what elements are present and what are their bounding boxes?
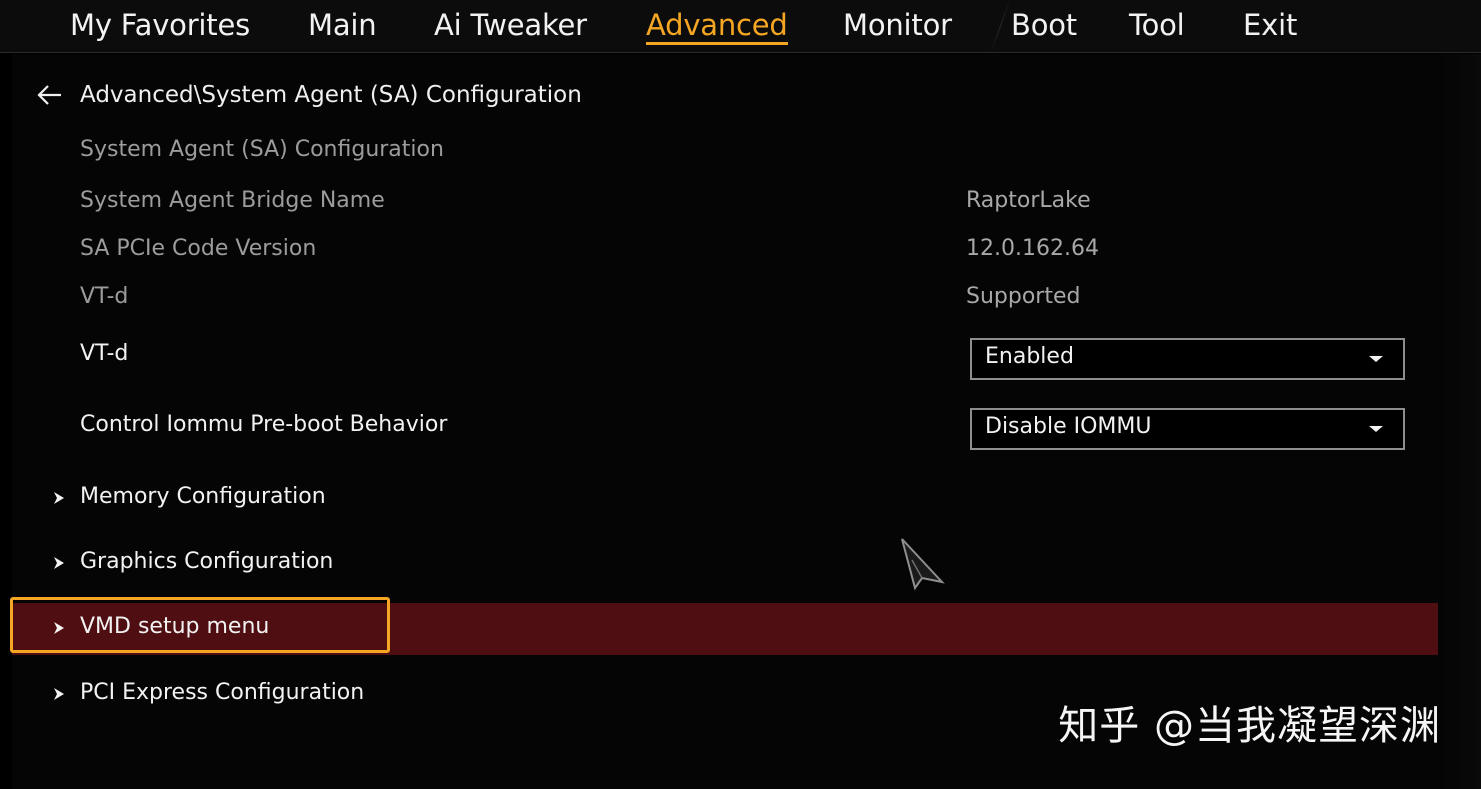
info-label-bridge-name: System Agent Bridge Name (80, 188, 385, 213)
vtd-dropdown[interactable]: Enabled (970, 338, 1405, 380)
submenu-label: VMD setup menu (80, 614, 270, 639)
mouse-pointer-icon (901, 538, 945, 591)
section-heading: System Agent (SA) Configuration (80, 137, 444, 162)
back-arrow-icon[interactable] (36, 81, 64, 109)
tab-divider (990, 0, 1011, 52)
info-value-bridge-name: RaptorLake (966, 188, 1091, 213)
tab-monitor[interactable]: Monitor (843, 8, 952, 42)
setting-label-vtd: VT-d (80, 341, 129, 366)
breadcrumb-path: Advanced\System Agent (SA) Configuration (80, 82, 582, 108)
vtd-dropdown-value: Enabled (985, 344, 1074, 369)
chevron-right-icon (54, 688, 64, 700)
tab-boot[interactable]: Boot (1011, 8, 1077, 42)
submenu-label: Graphics Configuration (80, 549, 334, 574)
chevron-right-icon (54, 557, 64, 569)
submenu-label: PCI Express Configuration (80, 680, 365, 705)
tab-ai-tweaker[interactable]: Ai Tweaker (434, 8, 587, 42)
tab-my-favorites[interactable]: My Favorites (70, 8, 250, 42)
chevron-right-icon (54, 622, 64, 634)
info-label-pcie-code-version: SA PCIe Code Version (80, 236, 317, 261)
iommu-preboot-dropdown[interactable]: Disable IOMMU (970, 408, 1405, 450)
tab-advanced[interactable]: Advanced (646, 8, 788, 45)
tab-main[interactable]: Main (308, 8, 377, 42)
caret-down-icon (1369, 356, 1383, 362)
bios-screen: My Favorites Main Ai Tweaker Advanced Mo… (0, 0, 1481, 789)
tab-exit[interactable]: Exit (1243, 8, 1297, 42)
submenu-graphics-configuration[interactable]: Graphics Configuration (12, 538, 1438, 590)
submenu-label: Memory Configuration (80, 484, 326, 509)
tab-tool[interactable]: Tool (1129, 8, 1185, 42)
caret-down-icon (1369, 426, 1383, 432)
submenu-vmd-setup-menu[interactable]: VMD setup menu (10, 597, 1438, 655)
settings-panel: Advanced\System Agent (SA) Configuration… (10, 54, 1481, 789)
info-value-vtd-support: Supported (966, 284, 1081, 309)
breadcrumb: Advanced\System Agent (SA) Configuration (36, 78, 582, 112)
submenu-memory-configuration[interactable]: Memory Configuration (12, 473, 1438, 525)
info-value-pcie-code-version: 12.0.162.64 (966, 236, 1099, 261)
tab-bar: My Favorites Main Ai Tweaker Advanced Mo… (0, 0, 1481, 53)
panel-edge-shadow (1441, 54, 1481, 789)
chevron-right-icon (54, 492, 64, 504)
info-label-vtd-support: VT-d (80, 284, 129, 309)
setting-label-iommu-preboot: Control Iommu Pre-boot Behavior (80, 412, 448, 437)
watermark-text: 知乎 @当我凝望深渊 (1058, 703, 1441, 749)
iommu-preboot-dropdown-value: Disable IOMMU (985, 414, 1152, 439)
